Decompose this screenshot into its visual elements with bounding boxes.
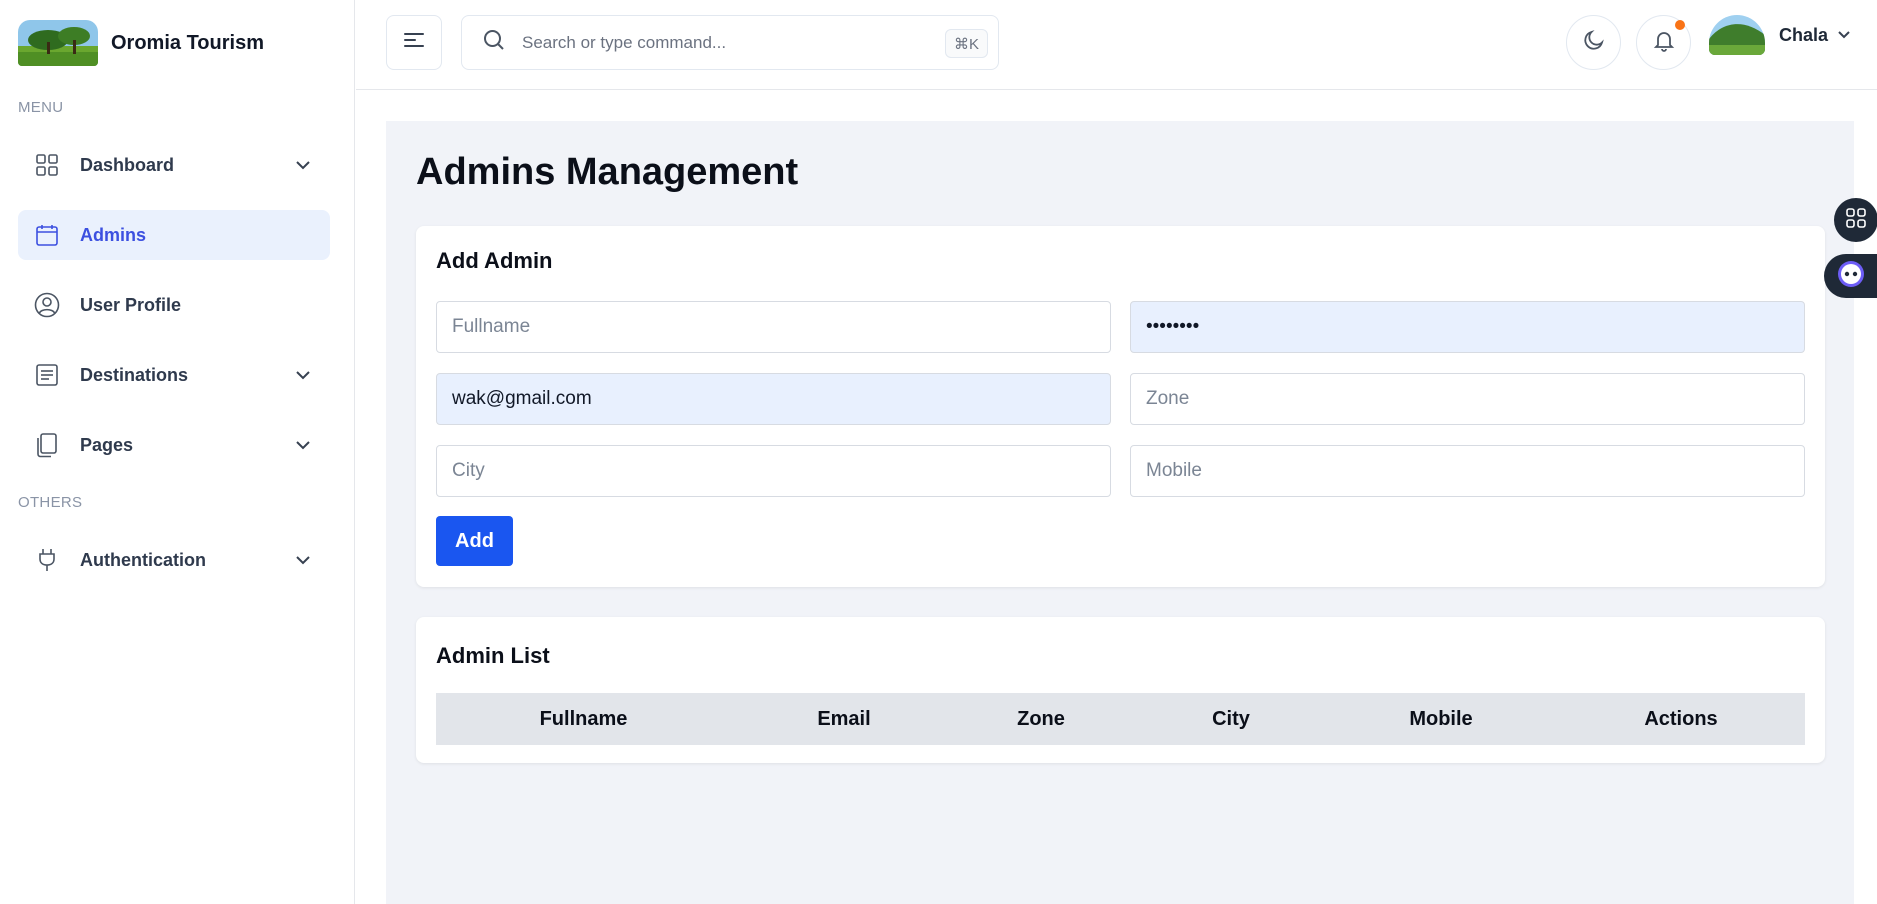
search-icon [482,28,506,57]
menu-section-label: MENU [18,99,64,116]
column-header-mobile[interactable]: Mobile [1336,693,1546,745]
sidebar-item-dashboard[interactable]: Dashboard [18,140,330,190]
chevron-down-icon [292,549,314,571]
menu-lines-icon [403,31,425,54]
sidebar-item-user-profile[interactable]: User Profile [18,280,330,330]
document-list-icon [34,362,60,388]
column-header-zone[interactable]: Zone [976,693,1106,745]
notification-dot [1675,20,1685,30]
chevron-down-icon [1834,25,1854,45]
sidebar-item-label: Authentication [80,549,206,570]
apps-float-button[interactable] [1834,198,1877,242]
top-header: ⌘K Chala [356,0,1877,90]
brand[interactable]: Oromia Tourism [18,20,264,66]
zone-input[interactable] [1130,373,1805,425]
brand-name: Oromia Tourism [111,31,264,54]
sidebar-item-label: User Profile [80,294,182,315]
dark-mode-toggle[interactable] [1566,15,1621,70]
apps-grid-icon [1845,207,1867,234]
user-name: Chala [1779,24,1829,45]
admin-list-card: Admin List Fullname Email Zone City Mobi… [416,617,1825,763]
admin-list-title: Admin List [436,643,550,668]
table-header: Fullname Email Zone City Mobile Actions [436,693,1805,745]
avatar [1709,15,1765,55]
page-title: Admins Management [416,151,799,193]
add-admin-button[interactable]: Add [436,516,513,566]
sidebar-item-label: Dashboard [80,154,175,175]
sidebar-item-label: Destinations [80,364,189,385]
column-header-email[interactable]: Email [744,693,944,745]
shortcut-badge: ⌘K [944,29,988,58]
search-bar[interactable]: ⌘K [461,15,999,70]
chevron-down-icon [292,434,314,456]
search-input[interactable] [522,32,922,53]
sidebar-item-authentication[interactable]: Authentication [18,535,330,585]
plug-icon [34,547,60,573]
sidebar: Oromia Tourism MENU Dashboard Admins Use… [0,0,355,904]
mobile-input[interactable] [1130,445,1805,497]
pages-icon [34,432,60,458]
city-input[interactable] [436,445,1111,497]
chevron-down-icon [292,364,314,386]
sidebar-item-label: Pages [80,434,134,455]
email-input[interactable] [436,373,1111,425]
column-header-actions[interactable]: Actions [1586,693,1776,745]
column-header-city[interactable]: City [1156,693,1306,745]
moon-icon [1582,28,1606,57]
user-menu[interactable]: Chala [1709,15,1854,55]
grid-icon [34,152,60,178]
notifications-button[interactable] [1636,15,1691,70]
sidebar-item-label: Admins [80,224,147,245]
calendar-icon [34,222,60,248]
fullname-input[interactable] [436,301,1111,353]
password-input[interactable] [1130,301,1805,353]
user-circle-icon [34,292,60,318]
sidebar-toggle-button[interactable] [386,15,442,70]
assistant-bot-icon [1836,259,1866,294]
sidebar-item-destinations[interactable]: Destinations [18,350,330,400]
add-admin-card: Add Admin Add [416,226,1825,587]
sidebar-item-pages[interactable]: Pages [18,420,330,470]
bell-icon [1652,28,1676,57]
others-section-label: OTHERS [18,494,83,511]
add-admin-title: Add Admin [436,248,553,273]
main-content: Admins Management Add Admin Add Admin Li… [386,121,1854,904]
chevron-down-icon [292,154,314,176]
column-header-fullname[interactable]: Fullname [476,693,691,745]
landscape-logo-icon [18,20,98,66]
sidebar-item-admins[interactable]: Admins [18,210,330,260]
assistant-float-button[interactable] [1824,254,1877,298]
